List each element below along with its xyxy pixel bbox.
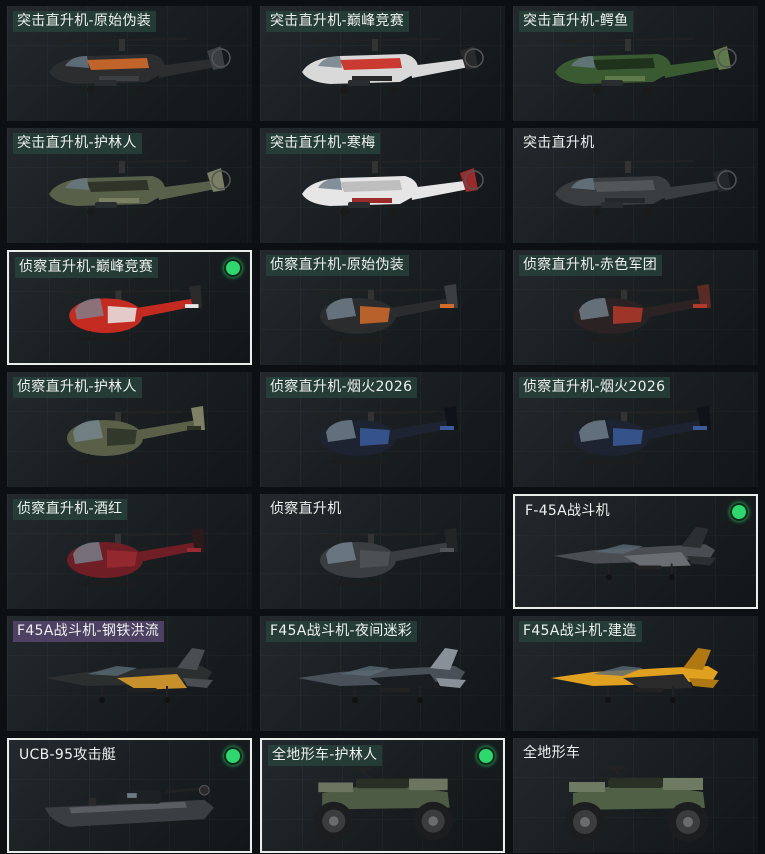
vehicle-skin-card[interactable]: 侦察直升机 bbox=[260, 494, 505, 609]
vehicle-skin-card[interactable]: 突击直升机-护林人 bbox=[7, 128, 252, 243]
vehicle-skin-card[interactable]: 侦察直升机-巅峰竞赛 bbox=[7, 250, 252, 365]
vehicle-skin-card[interactable]: UCB-95攻击艇 bbox=[7, 738, 252, 853]
scout-helicopter-icon bbox=[61, 528, 205, 586]
vehicle-skin-card[interactable]: 侦察直升机-酒红 bbox=[7, 494, 252, 609]
fighter-jet-icon bbox=[551, 648, 719, 703]
attack-helicopter-icon bbox=[555, 38, 737, 94]
vehicle-skin-name: 侦察直升机-烟火2026 bbox=[519, 377, 671, 398]
vehicle-skin-card[interactable]: 侦察直升机-原始伪装 bbox=[260, 250, 505, 365]
equipped-indicator-icon bbox=[224, 747, 242, 765]
attack-helicopter-icon bbox=[555, 160, 737, 216]
vehicle-skin-card[interactable]: 突击直升机-巅峰竞赛 bbox=[260, 6, 505, 121]
vehicle-skin-card[interactable]: F45A战斗机-建造 bbox=[513, 616, 758, 731]
scout-helicopter-icon bbox=[314, 528, 458, 586]
scout-helicopter-icon bbox=[64, 284, 203, 341]
vehicle-skin-card[interactable]: 全地形车 bbox=[513, 738, 758, 853]
vehicle-skin-name: UCB-95攻击艇 bbox=[19, 747, 117, 763]
equipped-indicator-icon bbox=[730, 503, 748, 521]
vehicle-skin-name: 侦察直升机-护林人 bbox=[13, 377, 142, 398]
attack-helicopter-icon bbox=[49, 160, 231, 216]
vehicle-skin-card[interactable]: 侦察直升机-烟火2026 bbox=[260, 372, 505, 487]
vehicle-skin-name: 侦察直升机 bbox=[270, 501, 342, 517]
vehicle-skin-name: 全地形车 bbox=[523, 745, 581, 761]
vehicle-skin-card[interactable]: 侦察直升机-赤色军团 bbox=[513, 250, 758, 365]
scout-helicopter-icon bbox=[314, 284, 458, 342]
atv-icon bbox=[565, 766, 708, 842]
vehicle-skin-name: F45A战斗机-建造 bbox=[519, 621, 642, 642]
attack-helicopter-icon bbox=[302, 160, 484, 216]
scout-helicopter-icon bbox=[567, 406, 711, 464]
vehicle-skin-name: F-45A战斗机 bbox=[525, 503, 610, 519]
vehicle-skin-card[interactable]: 突击直升机-原始伪装 bbox=[7, 6, 252, 121]
vehicle-skin-card[interactable]: F45A战斗机-钢铁洪流 bbox=[7, 616, 252, 731]
attack-boat-icon bbox=[45, 784, 214, 827]
scout-helicopter-icon bbox=[314, 406, 458, 464]
vehicle-skin-name: 侦察直升机-赤色军团 bbox=[519, 255, 663, 276]
vehicle-skin-name: 突击直升机-护林人 bbox=[13, 133, 142, 154]
vehicle-skin-name: 侦察直升机-烟火2026 bbox=[266, 377, 418, 398]
vehicle-skin-name: F45A战斗机-钢铁洪流 bbox=[13, 621, 165, 642]
vehicle-skin-card[interactable]: 侦察直升机-烟火2026 bbox=[513, 372, 758, 487]
vehicle-skin-name: F45A战斗机-夜间迷彩 bbox=[266, 621, 418, 642]
vehicle-skin-card[interactable]: F45A战斗机-夜间迷彩 bbox=[260, 616, 505, 731]
vehicle-skin-name: 侦察直升机-原始伪装 bbox=[266, 255, 410, 276]
vehicle-skin-card[interactable]: 侦察直升机-护林人 bbox=[7, 372, 252, 487]
fighter-jet-icon bbox=[298, 648, 466, 703]
fighter-jet-icon bbox=[553, 526, 717, 580]
vehicle-skin-card[interactable]: 突击直升机-鳄鱼 bbox=[513, 6, 758, 121]
vehicle-skin-name: 全地形车-护林人 bbox=[268, 745, 383, 766]
vehicle-skin-card[interactable]: F-45A战斗机 bbox=[513, 494, 758, 609]
equipped-indicator-icon bbox=[477, 747, 495, 765]
vehicle-skin-name: 突击直升机-巅峰竞赛 bbox=[266, 11, 410, 32]
vehicle-skin-name: 突击直升机-原始伪装 bbox=[13, 11, 157, 32]
equipped-indicator-icon bbox=[224, 259, 242, 277]
vehicle-skin-card[interactable]: 突击直升机 bbox=[513, 128, 758, 243]
atv-icon bbox=[314, 767, 453, 841]
vehicle-skin-name: 突击直升机-鳄鱼 bbox=[519, 11, 634, 32]
vehicle-skin-name: 侦察直升机-巅峰竞赛 bbox=[15, 257, 159, 278]
vehicle-skin-card[interactable]: 突击直升机-寒梅 bbox=[260, 128, 505, 243]
vehicle-skin-name: 突击直升机 bbox=[523, 135, 595, 151]
attack-helicopter-icon bbox=[49, 38, 231, 94]
vehicle-skin-name: 突击直升机-寒梅 bbox=[266, 133, 381, 154]
vehicle-skin-grid: 突击直升机-原始伪装 突击直升机-巅峰竞赛 突击直升机-鳄鱼突击直升机-护林人 突击直… bbox=[0, 0, 765, 854]
scout-helicopter-icon bbox=[567, 284, 711, 342]
vehicle-skin-card[interactable]: 全地形车-护林人 bbox=[260, 738, 505, 853]
fighter-jet-icon bbox=[45, 648, 213, 703]
scout-helicopter-icon bbox=[61, 406, 205, 464]
vehicle-skin-name: 侦察直升机-酒红 bbox=[13, 499, 128, 520]
attack-helicopter-icon bbox=[302, 38, 484, 94]
